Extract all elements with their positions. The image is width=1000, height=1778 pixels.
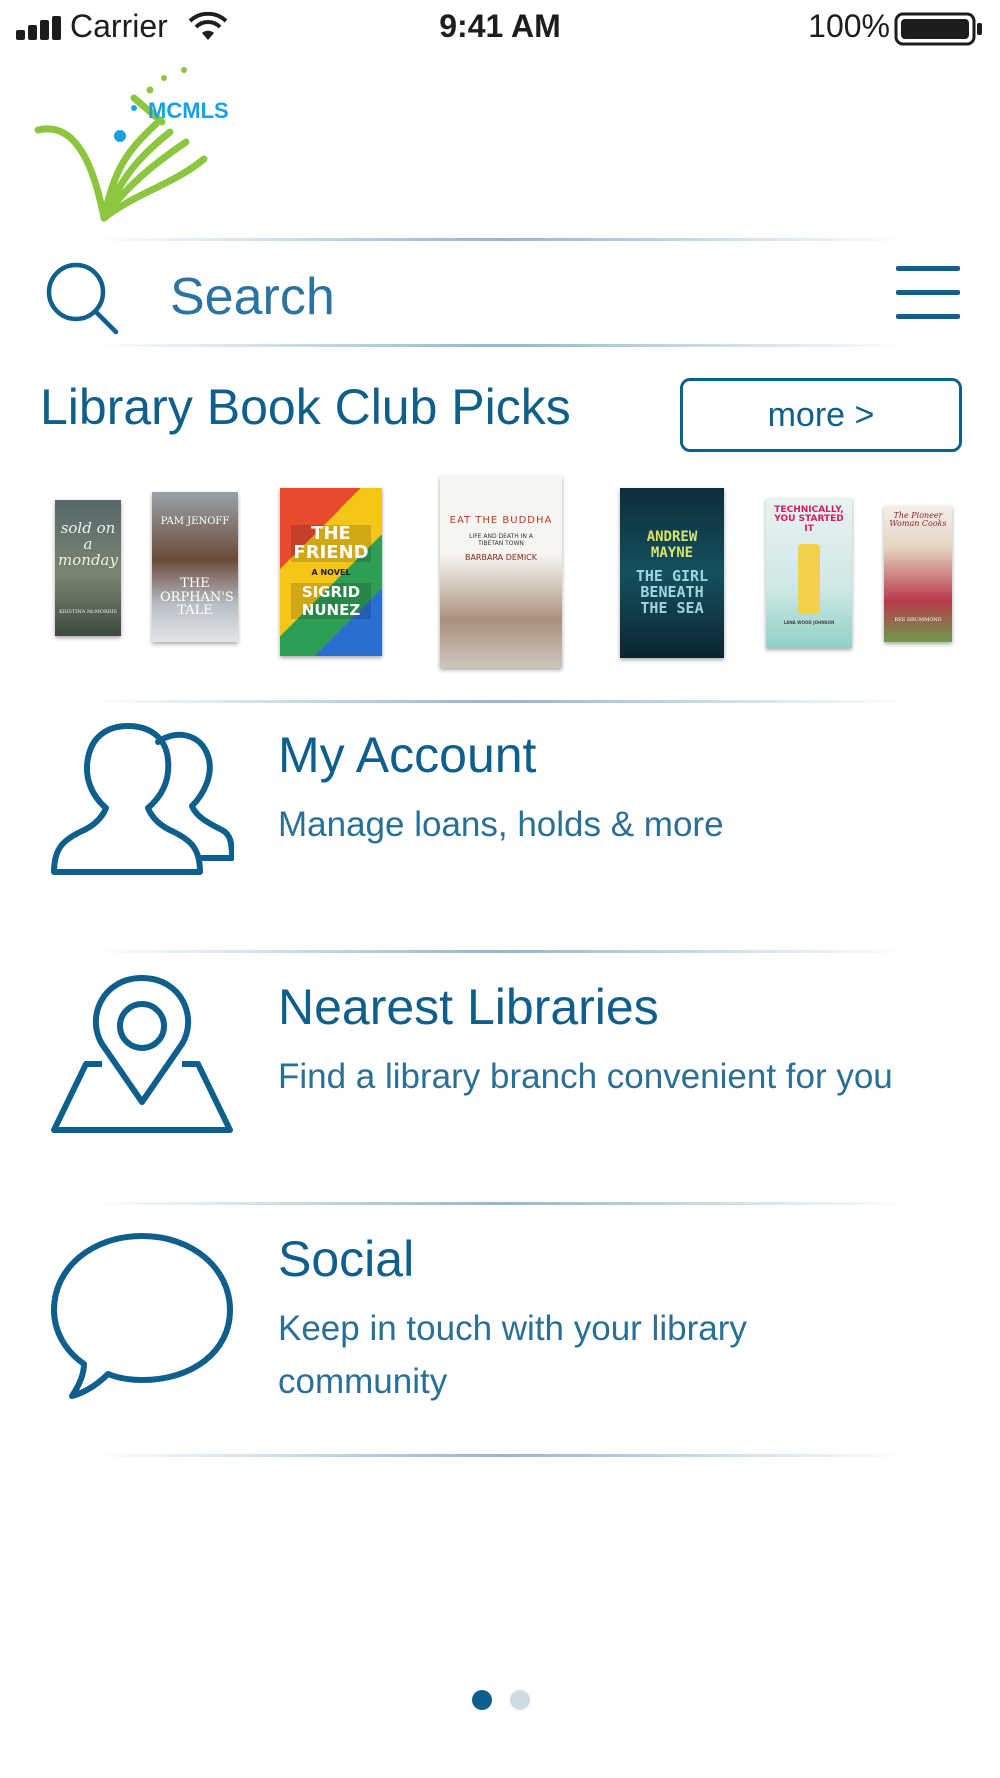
book-author: ANDREW MAYNE bbox=[646, 529, 698, 562]
book-cover[interactable]: PAM JENOFF THE ORPHAN'S TALE bbox=[152, 492, 238, 642]
social-subtitle: Keep in touch with your library communit… bbox=[278, 1309, 747, 1401]
book-subtitle: A NOVEL bbox=[311, 568, 351, 578]
my-account-subtitle: Manage loans, holds & more bbox=[278, 805, 724, 844]
book-cover[interactable]: sold on a monday KRISTINA McMORRIS bbox=[55, 500, 121, 636]
book-author: REE DRUMMOND bbox=[894, 616, 942, 623]
book-cover[interactable]: TECHNICALLY, YOU STARTED IT LANA WOOD JO… bbox=[766, 498, 852, 648]
my-account-title: My Account bbox=[278, 727, 537, 783]
nearest-libraries-subtitle: Find a library branch convenient for you bbox=[278, 1057, 893, 1096]
divider bbox=[90, 344, 910, 347]
book-author: SIGRID NUNEZ bbox=[291, 583, 371, 620]
map-pin-icon bbox=[51, 975, 233, 1133]
search-bar bbox=[0, 246, 1000, 346]
page-dot[interactable] bbox=[510, 1690, 530, 1710]
book-author: PAM JENOFF bbox=[160, 516, 230, 528]
book-title: sold on a monday bbox=[58, 519, 118, 569]
social-title: Social bbox=[278, 1231, 415, 1287]
book-cover[interactable]: ANDREW MAYNE THE GIRL BENEATH THE SEA bbox=[620, 488, 724, 658]
book-title: The Pioneer Woman Cooks bbox=[889, 511, 947, 529]
book-author: BARBARA DEMICK bbox=[464, 552, 538, 562]
book-cover[interactable]: THE FRIEND A NOVEL SIGRID NUNEZ bbox=[280, 488, 382, 656]
book-author: KRISTINA McMORRIS bbox=[59, 608, 117, 615]
nearest-libraries-row[interactable]: Nearest Libraries Find a library branch … bbox=[0, 964, 1000, 1194]
page-indicator[interactable] bbox=[0, 1690, 1000, 1714]
search-icon[interactable] bbox=[44, 260, 120, 336]
search-input[interactable] bbox=[170, 262, 850, 332]
hamburger-menu-icon[interactable] bbox=[896, 260, 960, 326]
divider bbox=[90, 700, 910, 703]
status-bar: Carrier 9:41 AM 100% bbox=[0, 0, 1000, 56]
my-account-row[interactable]: My Account Manage loans, holds & more bbox=[0, 712, 1000, 942]
battery-percent: 100% bbox=[808, 8, 890, 44]
mcmls-logo: MCMLS bbox=[34, 67, 229, 222]
book-cover[interactable]: The Pioneer Woman Cooks REE DRUMMOND bbox=[884, 506, 952, 642]
book-subtitle: LIFE AND DEATH IN A TIBETAN TOWN bbox=[469, 532, 533, 547]
social-row[interactable]: Social Keep in touch with your library c… bbox=[0, 1216, 1000, 1446]
page-dot-active[interactable] bbox=[472, 1690, 492, 1710]
book-title: THE ORPHAN'S TALE bbox=[160, 576, 234, 619]
book-title: THE GIRL BENEATH THE SEA bbox=[635, 567, 709, 617]
book-cover[interactable]: EAT THE BUDDHA LIFE AND DEATH IN A TIBET… bbox=[440, 476, 562, 668]
divider bbox=[90, 1202, 910, 1205]
book-figure bbox=[798, 544, 820, 615]
book-title: EAT THE BUDDHA bbox=[449, 515, 553, 526]
users-icon bbox=[51, 723, 234, 875]
book-title: TECHNICALLY, YOU STARTED IT bbox=[774, 505, 844, 534]
divider bbox=[90, 1454, 910, 1457]
book-title: THE FRIEND bbox=[291, 524, 371, 563]
book-author: LANA WOOD JOHNSON bbox=[783, 620, 835, 626]
book-club-title: Library Book Club Picks bbox=[40, 379, 571, 435]
book-carousel: sold on a monday KRISTINA McMORRIS PAM J… bbox=[0, 470, 1000, 670]
nearest-libraries-title: Nearest Libraries bbox=[278, 979, 659, 1035]
speech-bubble-icon bbox=[51, 1233, 233, 1399]
divider bbox=[90, 238, 910, 241]
more-button[interactable]: more > bbox=[680, 378, 962, 452]
logo-text: MCMLS bbox=[148, 98, 229, 123]
battery-icon bbox=[894, 12, 982, 46]
divider bbox=[90, 950, 910, 953]
